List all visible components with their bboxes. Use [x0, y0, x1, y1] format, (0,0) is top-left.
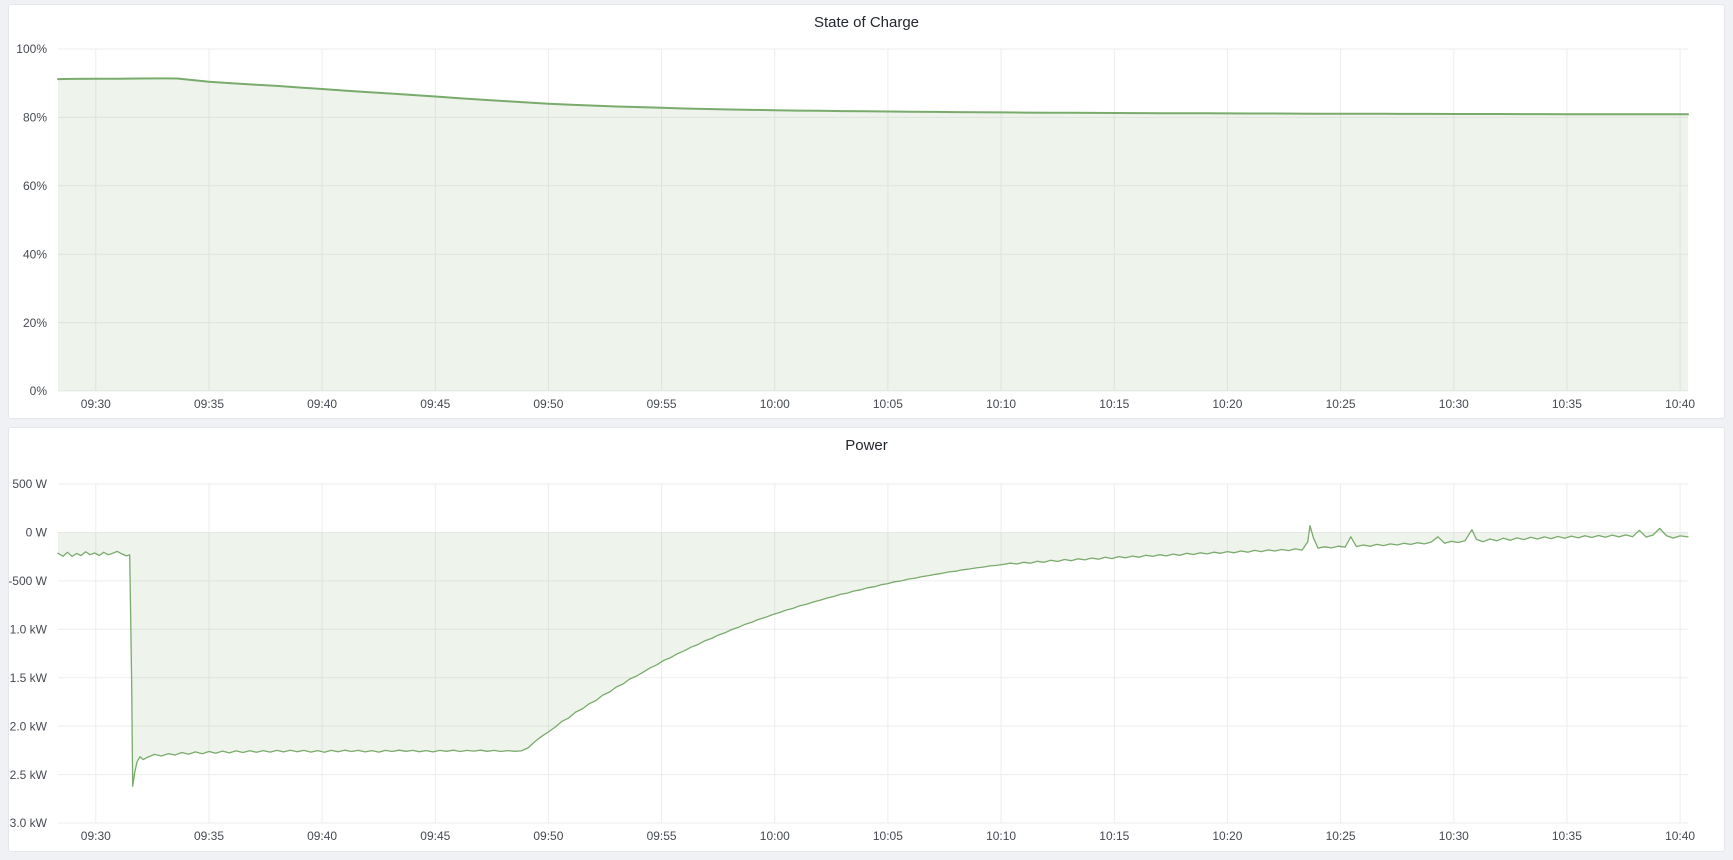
x-tick-label: 09:50 — [533, 397, 563, 411]
x-tick-label: 10:30 — [1439, 397, 1469, 411]
y-tick-label: 20% — [23, 316, 47, 330]
x-tick-label: 09:45 — [420, 397, 450, 411]
y-tick-label: -500 W — [9, 574, 48, 588]
x-tick-label: 09:35 — [194, 397, 224, 411]
x-tick-label: 10:05 — [873, 829, 903, 843]
panel-state-of-charge: State of Charge 100% 80% 60% 40% 20% 0% 09:30 0… — [8, 4, 1725, 419]
x-tick-label: 10:15 — [1099, 829, 1129, 843]
panel-power: Power 500 W 0 W -500 W -1.0 kW -1.5 kW -2.0 k… — [8, 427, 1725, 852]
x-tick-label: 09:40 — [307, 829, 337, 843]
x-tick-label: 09:55 — [647, 829, 677, 843]
x-tick-label: 10:30 — [1439, 829, 1469, 843]
x-tick-label: 10:15 — [1099, 397, 1129, 411]
x-tick-label: 09:35 — [194, 829, 224, 843]
y-tick-label: -2.0 kW — [9, 719, 48, 733]
y-tick-label: 0 W — [26, 526, 48, 540]
x-tick-label: 10:20 — [1212, 829, 1242, 843]
y-tick-label: -1.5 kW — [9, 671, 48, 685]
x-tick-label: 10:10 — [986, 397, 1016, 411]
x-tick-label: 09:55 — [647, 397, 677, 411]
x-tick-label: 09:30 — [81, 829, 111, 843]
x-tick-label: 10:35 — [1552, 397, 1582, 411]
y-tick-label: 0% — [30, 384, 48, 398]
y-tick-label: 100% — [16, 42, 47, 56]
y-tick-label: -3.0 kW — [9, 816, 48, 830]
x-tick-label: 10:00 — [760, 829, 790, 843]
x-tick-label: 10:00 — [760, 397, 790, 411]
x-tick-label: 09:50 — [533, 829, 563, 843]
x-tick-label: 10:10 — [986, 829, 1016, 843]
x-tick-label: 09:30 — [81, 397, 111, 411]
x-tick-label: 10:40 — [1665, 397, 1695, 411]
x-tick-label: 10:35 — [1552, 829, 1582, 843]
x-tick-label: 10:40 — [1665, 829, 1695, 843]
soc-series-area — [58, 78, 1688, 391]
y-tick-label: -1.0 kW — [9, 623, 48, 637]
x-tick-label: 10:25 — [1326, 397, 1356, 411]
panel-title-power[interactable]: Power — [9, 428, 1724, 454]
x-tick-label: 09:40 — [307, 397, 337, 411]
power-series-area — [58, 526, 1688, 787]
y-tick-label: 60% — [23, 179, 47, 193]
y-tick-label: -2.5 kW — [9, 768, 48, 782]
power-chart[interactable]: 500 W 0 W -500 W -1.0 kW -1.5 kW -2.0 kW -2.5 … — [9, 428, 1724, 851]
soc-chart[interactable]: 100% 80% 60% 40% 20% 0% 09:30 09:35 09:40 09:45 09… — [9, 5, 1724, 418]
x-tick-label: 10:20 — [1212, 397, 1242, 411]
x-tick-label: 09:45 — [420, 829, 450, 843]
y-tick-label: 80% — [23, 111, 47, 125]
grafana-dashboard: State of Charge 100% 80% 60% 40% 20% 0% 09:30 0… — [0, 0, 1733, 860]
x-tick-label: 10:25 — [1326, 829, 1356, 843]
y-tick-label: 40% — [23, 247, 47, 261]
x-tick-label: 10:05 — [873, 397, 903, 411]
y-tick-label: 500 W — [12, 477, 47, 491]
panel-title-state-of-charge[interactable]: State of Charge — [9, 5, 1724, 31]
